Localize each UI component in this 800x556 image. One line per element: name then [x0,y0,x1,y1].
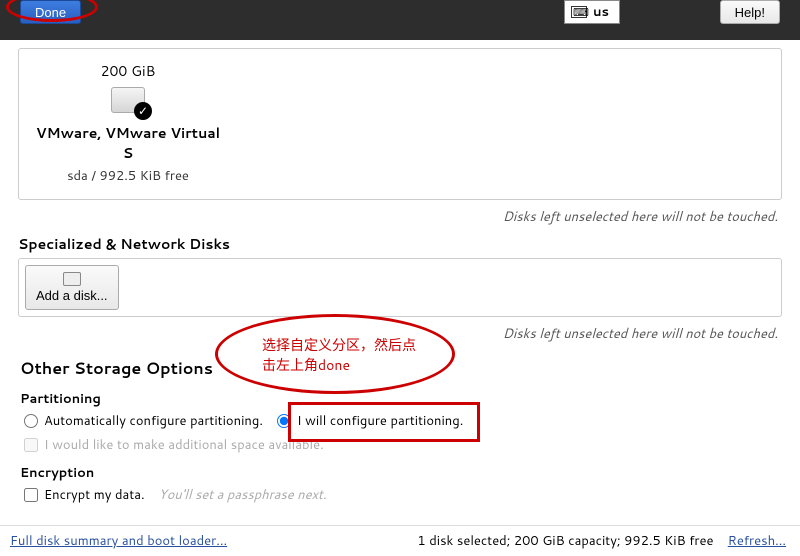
checkbox-input [24,438,38,452]
manual-partition-label: I will configure partitioning. [297,412,463,430]
other-storage-title: Other Storage Options [20,357,782,380]
disk-name: VMware, VMware Virtual S [33,123,223,163]
disk-summary-link[interactable]: Full disk summary and boot loader... [10,532,227,550]
check-icon: ✓ [134,102,152,120]
auto-partition-label: Automatically configure partitioning. [44,412,263,430]
disk-item[interactable]: 200 GiB ✓ VMware, VMware Virtual S sda /… [33,61,223,185]
additional-space-label: I would like to make additional space av… [44,436,324,454]
keyboard-layout-selector[interactable]: us [564,0,620,24]
disk-detail: sda / 992.5 KiB free [33,167,223,185]
add-disk-button[interactable]: Add a disk... [25,265,119,310]
specialized-disks-panel: Add a disk... [18,258,782,317]
additional-space-row: I would like to make additional space av… [24,436,782,454]
hard-drive-icon [63,272,81,286]
encryption-row: Encrypt my data. You'll set a passphrase… [24,486,782,504]
disks-notice: Disks left unselected here will not be t… [18,208,778,226]
auto-partition-radio[interactable]: Automatically configure partitioning. [24,412,263,430]
bottom-bar: Full disk summary and boot loader... 1 d… [0,525,800,556]
specialized-disks-title: Specialized & Network Disks [18,234,782,254]
hard-drive-icon: ✓ [111,87,145,113]
disk-status-text: 1 disk selected; 200 GiB capacity; 992.5… [417,532,713,550]
radio-input[interactable] [277,414,291,428]
add-disk-label: Add a disk... [36,288,108,303]
encryption-hint: You'll set a passphrase next. [159,486,327,504]
encrypt-data-checkbox[interactable]: Encrypt my data. [24,486,145,504]
keyboard-icon [571,6,587,18]
local-disks-panel: 200 GiB ✓ VMware, VMware Virtual S sda /… [18,48,782,200]
bottom-status-wrap: 1 disk selected; 200 GiB capacity; 992.5… [417,532,786,550]
manual-partition-radio[interactable]: I will configure partitioning. [277,412,463,430]
additional-space-checkbox[interactable]: I would like to make additional space av… [24,436,324,454]
done-button[interactable]: Done [20,0,81,24]
radio-input[interactable] [24,414,38,428]
partitioning-header: Partitioning [20,390,782,408]
keyboard-layout-code: us [593,3,609,21]
refresh-link[interactable]: Refresh... [728,532,786,550]
disks-notice: Disks left unselected here will not be t… [18,325,778,343]
help-button[interactable]: Help! [720,0,780,24]
partitioning-options: Automatically configure partitioning. I … [24,412,782,430]
encrypt-label: Encrypt my data. [44,486,145,504]
content-area: 200 GiB ✓ VMware, VMware Virtual S sda /… [0,48,800,504]
encryption-header: Encryption [20,464,782,482]
disk-size: 200 GiB [33,61,223,81]
checkbox-input[interactable] [24,488,38,502]
top-bar: Done us Help! [0,0,800,40]
